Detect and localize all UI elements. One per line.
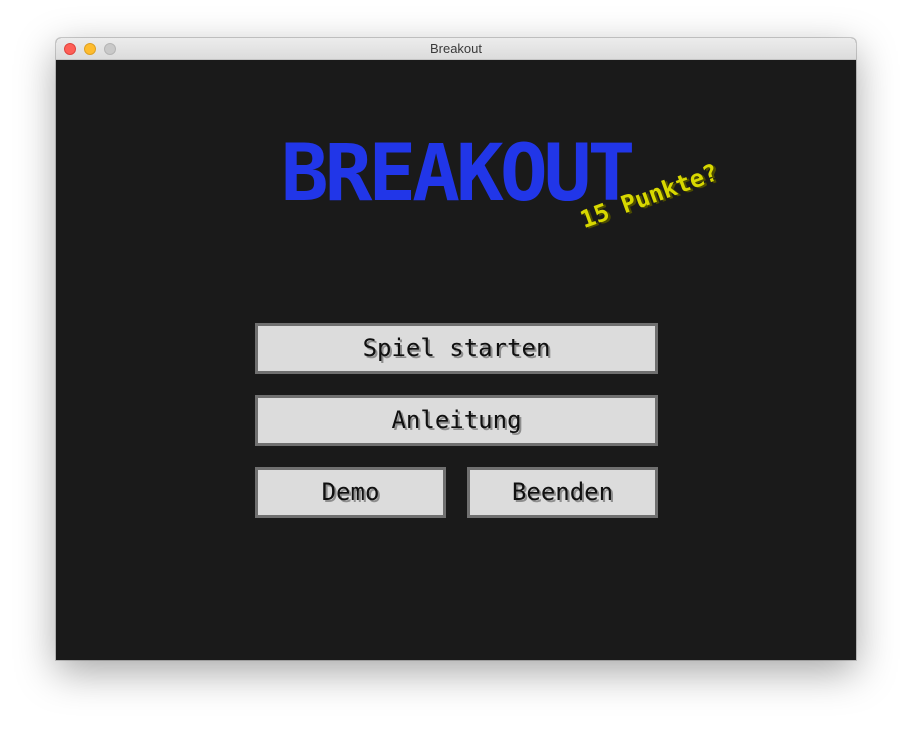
main-menu: BREAKOUT 15 Punkte? Spiel starten Anleit… xyxy=(56,60,856,660)
title-bar[interactable]: Breakout xyxy=(56,38,856,60)
game-window: Breakout BREAKOUT 15 Punkte? Spiel start… xyxy=(56,38,856,660)
window-title: Breakout xyxy=(429,41,483,56)
instructions-button[interactable]: Anleitung xyxy=(255,395,658,446)
start-game-button[interactable]: Spiel starten xyxy=(255,323,658,374)
demo-button[interactable]: Demo xyxy=(255,467,446,518)
quit-button[interactable]: Beenden xyxy=(467,467,658,518)
